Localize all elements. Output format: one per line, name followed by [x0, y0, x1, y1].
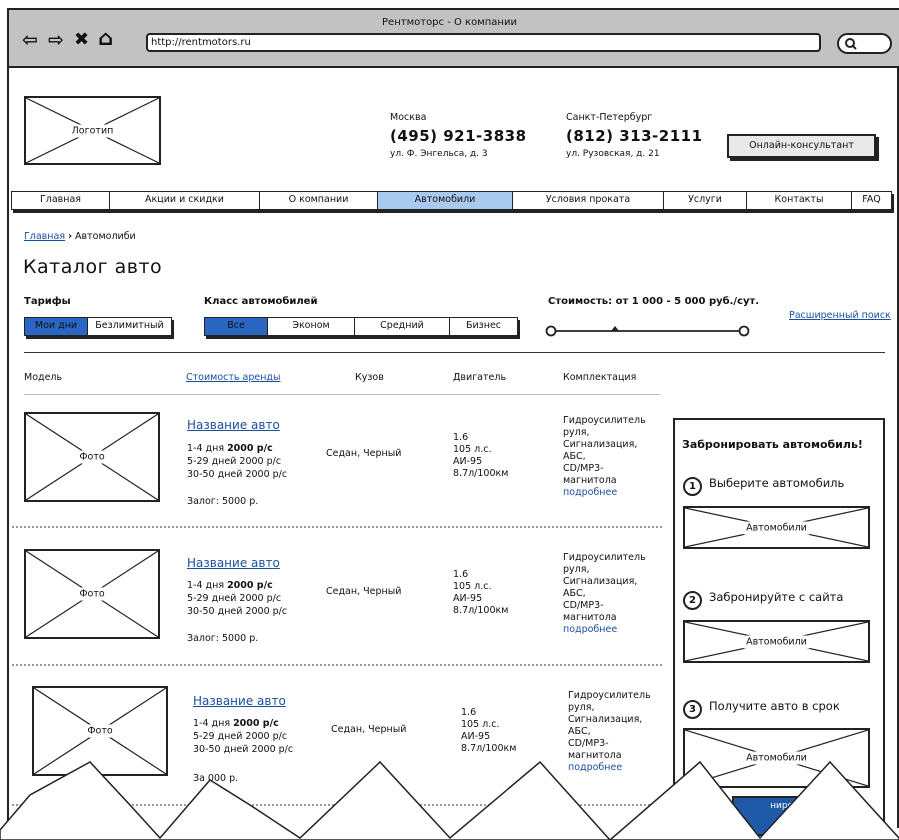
menu-item-home[interactable]: Главная [12, 192, 110, 209]
row-divider [12, 664, 662, 666]
address-bar[interactable]: http://rentmotors.ru [146, 33, 821, 52]
menu-item-about[interactable]: О компании [260, 192, 378, 209]
header-body: Кузов [355, 372, 384, 383]
menu-item-faq[interactable]: FAQ [852, 192, 891, 209]
close-icon[interactable]: ✖ [74, 30, 89, 50]
class-label: Класс автомобилей [204, 296, 318, 307]
header-model: Модель [24, 372, 63, 383]
step-text: Забронируйте с сайта [709, 590, 844, 604]
menu-item-cars[interactable]: Автомобили [378, 192, 513, 209]
header-divider [24, 394, 660, 395]
booking-title: Забронировать автомобиль! [682, 438, 863, 451]
class-economy[interactable]: Эконом [268, 318, 355, 335]
photo-label: Фото [76, 450, 108, 464]
car-name-link[interactable]: Название авто [187, 418, 280, 432]
tariffs-toggle: Мои дни Безлимитный [24, 317, 172, 336]
city-spb: Санкт-Петербург [566, 112, 653, 123]
car-photo[interactable]: Фото [24, 549, 160, 639]
logo-placeholder[interactable]: Логотип [24, 96, 161, 165]
advanced-search-link[interactable]: Расширенный поиск [789, 310, 891, 321]
menu-item-contacts[interactable]: Контакты [747, 192, 852, 209]
search-box[interactable] [837, 33, 892, 54]
page-title: Каталог авто [23, 256, 163, 278]
class-business[interactable]: Бизнес [450, 318, 517, 335]
window-title: Рентмоторс - О компании [382, 17, 517, 28]
step-text: Выберите автомобиль [709, 476, 845, 490]
tariff-unlimited[interactable]: Безлимитный [88, 318, 171, 335]
price-slider[interactable] [544, 322, 754, 340]
car-photo[interactable]: Фото [24, 412, 160, 502]
phone-moscow[interactable]: (495) 921-3838 [390, 127, 527, 145]
main-menu: Главная Акции и скидки О компании Автомо… [11, 191, 892, 210]
menu-item-services[interactable]: Услуги [664, 192, 747, 209]
breadcrumb-current: Автомолиби [75, 231, 136, 242]
menu-item-terms[interactable]: Условия проката [513, 192, 664, 209]
address-moscow: ул. Ф. Энгельса, д. 3 [390, 149, 488, 159]
online-consultant-button[interactable]: Онлайн-консультант [727, 134, 876, 158]
menu-item-promotions[interactable]: Акции и скидки [110, 192, 260, 209]
forward-arrow-icon[interactable]: ⇨ [48, 30, 64, 50]
phone-spb[interactable]: (812) 313-2111 [566, 127, 703, 145]
step-image-label: Автомобили [743, 521, 810, 534]
photo-label: Фото [76, 587, 108, 601]
price-label: Стоимость: от 1 000 - 5 000 руб./сут. [548, 296, 760, 307]
row-divider [12, 526, 662, 528]
tariffs-label: Тарифы [24, 296, 71, 307]
search-icon [845, 38, 857, 50]
breadcrumb-home-link[interactable]: Главная [24, 231, 65, 242]
header-price-sort-link[interactable]: Стоимость аренды [186, 372, 281, 383]
address-spb: ул. Рузовская, д. 21 [566, 149, 660, 159]
more-link[interactable]: подробнее [563, 487, 646, 499]
header-engine: Двигатель [453, 372, 507, 383]
step-image-label: Автомобили [743, 635, 810, 648]
step-image[interactable]: Автомобили [683, 620, 870, 663]
car-name-link[interactable]: Название авто [187, 556, 280, 570]
step-image[interactable]: Автомобили [683, 506, 870, 549]
city-moscow: Москва [390, 112, 427, 123]
class-toggle: Все Эконом Средний Бизнес [204, 317, 518, 336]
class-middle[interactable]: Средний [355, 318, 450, 335]
car-name-link[interactable]: Название авто [193, 694, 286, 708]
step-number: 1 [683, 477, 702, 496]
tariff-my-days[interactable]: Мои дни [25, 318, 88, 335]
home-icon[interactable]: ⌂ [98, 28, 113, 49]
torn-edge [0, 760, 899, 840]
photo-label: Фото [84, 724, 116, 738]
header-equipment: Комплектация [563, 372, 637, 383]
divider [24, 352, 885, 353]
step-number: 2 [683, 591, 702, 610]
breadcrumb: Главная › Автомолиби [24, 231, 136, 242]
logo-label: Логотип [68, 124, 117, 137]
more-link[interactable]: подробнее [563, 624, 646, 636]
step-text: Получите авто в срок [709, 699, 840, 713]
breadcrumb-separator-icon: › [68, 231, 72, 242]
step-number: 3 [683, 700, 702, 719]
class-all[interactable]: Все [205, 318, 268, 335]
back-arrow-icon[interactable]: ⇦ [22, 30, 38, 50]
